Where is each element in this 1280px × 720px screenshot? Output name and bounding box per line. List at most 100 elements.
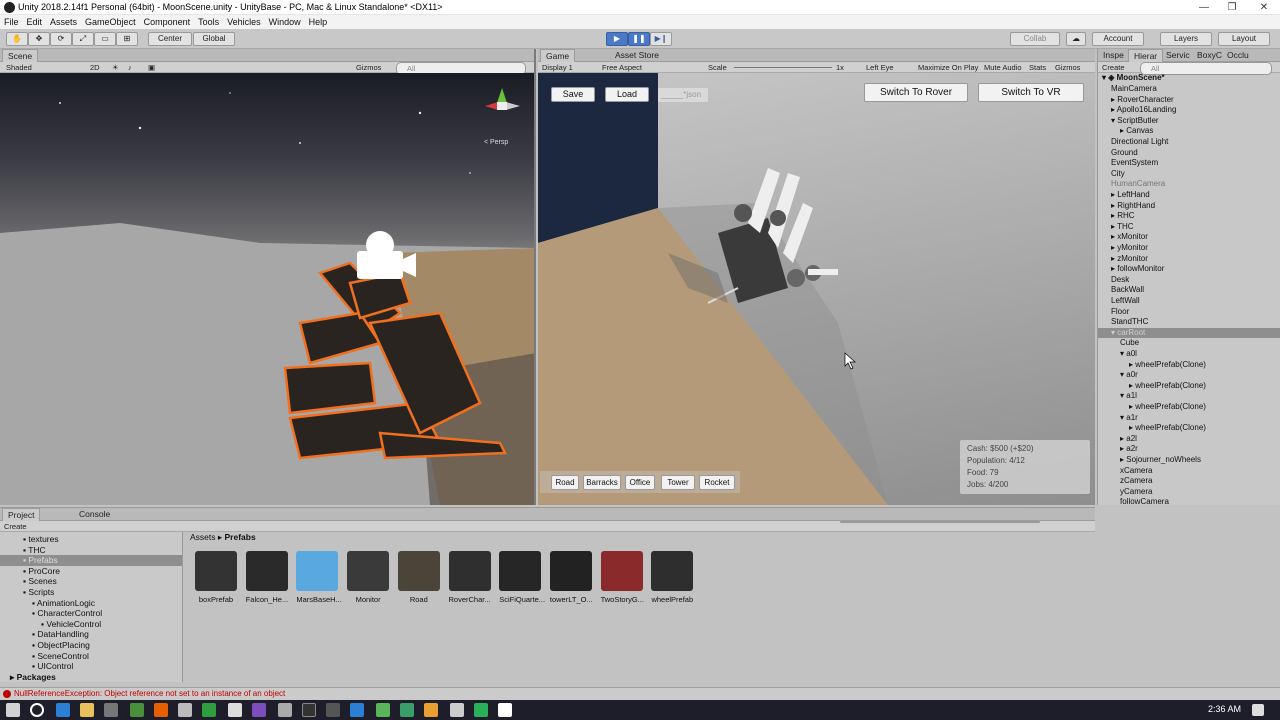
collab-button[interactable]: Collab: [1010, 32, 1060, 46]
menu-assets[interactable]: Assets: [46, 15, 81, 29]
move-tool-icon[interactable]: ✥: [28, 32, 50, 46]
scale-tool-icon[interactable]: ⤢: [72, 32, 94, 46]
folder-item[interactable]: ▪ CharacterControl: [32, 608, 102, 619]
hierarchy-item[interactable]: ▾ a0l: [1120, 349, 1137, 360]
hierarchy-item[interactable]: ▸ wheelPrefab(Clone): [1129, 423, 1206, 434]
folder-item[interactable]: ▪ AnimationLogic: [32, 598, 95, 609]
effects-icon[interactable]: ▣: [148, 62, 155, 73]
stats-toggle[interactable]: Stats: [1029, 62, 1046, 73]
layout-dropdown[interactable]: Layout: [1218, 32, 1270, 46]
menu-help[interactable]: Help: [305, 15, 332, 29]
app-icon[interactable]: [178, 703, 192, 717]
hierarchy-item[interactable]: ▸ wheelPrefab(Clone): [1129, 402, 1206, 413]
tab-services[interactable]: Servic: [1161, 49, 1195, 62]
project-search-input[interactable]: [840, 521, 1040, 523]
hierarchy-item[interactable]: ▸ followMonitor: [1111, 264, 1164, 275]
aspect-dropdown[interactable]: Free Aspect: [602, 62, 642, 73]
close-button[interactable]: ✕: [1250, 0, 1278, 15]
hand-tool-icon[interactable]: ✋: [6, 32, 28, 46]
folder-item[interactable]: ▪ Scripts: [23, 587, 54, 598]
account-dropdown[interactable]: Account: [1092, 32, 1144, 46]
minimize-button[interactable]: —: [1190, 0, 1218, 15]
hierarchy-item[interactable]: ▸ Canvas: [1120, 126, 1153, 137]
hierarchy-item[interactable]: ▸ Sojourner_noWheels: [1120, 455, 1201, 466]
menu-edit[interactable]: Edit: [23, 15, 47, 29]
asset-item[interactable]: towerLT_O...: [549, 551, 593, 604]
hierarchy-item[interactable]: ▸ zMonitor: [1111, 254, 1148, 265]
asset-item[interactable]: boxPrefab: [195, 551, 237, 604]
pivot-center-button[interactable]: Center: [148, 32, 192, 46]
pivot-global-button[interactable]: Global: [193, 32, 235, 46]
folder-item[interactable]: ▪ THC: [23, 545, 46, 556]
app9-icon[interactable]: [474, 703, 488, 717]
hierarchy-item[interactable]: ▸ THC: [1111, 222, 1134, 233]
app2-icon[interactable]: [252, 703, 266, 717]
chrome-icon[interactable]: [130, 703, 144, 717]
store-icon[interactable]: [104, 703, 118, 717]
explorer-icon[interactable]: [80, 703, 94, 717]
clock[interactable]: 2:36 AM: [1208, 704, 1241, 714]
hierarchy-item[interactable]: ▸ a2l: [1120, 434, 1137, 445]
hierarchy-item[interactable]: ▾ a1r: [1120, 413, 1138, 424]
game-gizmos-dropdown[interactable]: Gizmos: [1055, 62, 1080, 73]
folder-item[interactable]: ▪ DataHandling: [32, 629, 89, 640]
asset-item[interactable]: Monitor: [347, 551, 390, 604]
unity-taskbar-icon[interactable]: [498, 703, 512, 717]
transform-tool-icon[interactable]: ⊞: [116, 32, 138, 46]
mail-icon[interactable]: [228, 703, 242, 717]
hierarchy-item[interactable]: xCamera: [1120, 466, 1152, 477]
build-tower-button[interactable]: Tower: [661, 475, 695, 490]
hierarchy-item[interactable]: ▸ xMonitor: [1111, 232, 1148, 243]
vscode-icon[interactable]: [350, 703, 364, 717]
scene-viewport[interactable]: < Persp: [0, 73, 534, 505]
game-viewport[interactable]: Save Load _____*json Switch To Rover Swi…: [538, 73, 1095, 505]
tab-scene[interactable]: Scene: [2, 49, 39, 62]
app5-icon[interactable]: [376, 703, 390, 717]
menu-window[interactable]: Window: [265, 15, 305, 29]
folder-item[interactable]: ▪ SceneControl: [32, 651, 89, 662]
folder-item[interactable]: ▪ ObjectPlacing: [32, 640, 90, 651]
hierarchy-item[interactable]: ▸ Apollo16Landing: [1111, 105, 1176, 116]
hierarchy-item[interactable]: ▸ wheelPrefab(Clone): [1129, 360, 1206, 371]
step-button[interactable]: ▶❙: [650, 32, 672, 46]
hierarchy-item[interactable]: ▾ ScriptButler: [1111, 116, 1159, 127]
switch-to-vr-button[interactable]: Switch To VR: [978, 83, 1084, 102]
display-dropdown[interactable]: Display 1: [542, 62, 573, 73]
play-button[interactable]: ▶: [606, 32, 628, 46]
hierarchy-item[interactable]: Desk: [1111, 275, 1129, 286]
hierarchy-item[interactable]: Floor: [1111, 307, 1129, 318]
search-icon[interactable]: [30, 703, 44, 717]
left-eye-dropdown[interactable]: Left Eye: [866, 62, 894, 73]
hierarchy-item[interactable]: HumanCamera: [1111, 179, 1165, 190]
maximize-on-play-toggle[interactable]: Maximize On Play: [918, 62, 978, 73]
hierarchy-item[interactable]: ▸ RoverCharacter: [1111, 95, 1174, 106]
hierarchy-item[interactable]: Directional Light: [1111, 137, 1168, 148]
tab-inspector[interactable]: Inspe: [1098, 49, 1129, 62]
hierarchy-item[interactable]: ▾ a0r: [1120, 370, 1138, 381]
filename-input[interactable]: _____*json: [658, 88, 708, 102]
hierarchy-item[interactable]: Cube: [1120, 338, 1139, 349]
folder-item[interactable]: ▪ ProCore: [23, 566, 60, 577]
notifications-icon[interactable]: [1252, 704, 1264, 716]
hierarchy-item[interactable]: ▸ LeftHand: [1111, 190, 1150, 201]
audio-icon[interactable]: ♪: [128, 62, 132, 73]
menu-vehicles[interactable]: Vehicles: [223, 15, 265, 29]
packages-folder[interactable]: ▸ Packages: [10, 672, 56, 683]
layers-dropdown[interactable]: Layers: [1160, 32, 1212, 46]
shading-dropdown[interactable]: Shaded: [6, 62, 32, 73]
tab-project[interactable]: Project: [2, 508, 41, 521]
load-button[interactable]: Load: [605, 87, 649, 102]
tab-console[interactable]: Console: [74, 508, 115, 521]
hierarchy-item[interactable]: ▸ yMonitor: [1111, 243, 1148, 254]
app4-icon[interactable]: [326, 703, 340, 717]
hierarchy-item[interactable]: LeftWall: [1111, 296, 1140, 307]
edge-icon[interactable]: [56, 703, 70, 717]
save-button[interactable]: Save: [551, 87, 595, 102]
menu-gameobject[interactable]: GameObject: [81, 15, 140, 29]
switch-to-rover-button[interactable]: Switch To Rover: [864, 83, 968, 102]
breadcrumb-prefabs[interactable]: Prefabs: [225, 532, 256, 542]
gizmos-dropdown[interactable]: Gizmos: [356, 62, 381, 73]
breadcrumb-assets[interactable]: Assets: [190, 532, 216, 542]
hierarchy-item[interactable]: zCamera: [1120, 476, 1152, 487]
tab-hierarchy[interactable]: Hierar: [1128, 49, 1164, 62]
